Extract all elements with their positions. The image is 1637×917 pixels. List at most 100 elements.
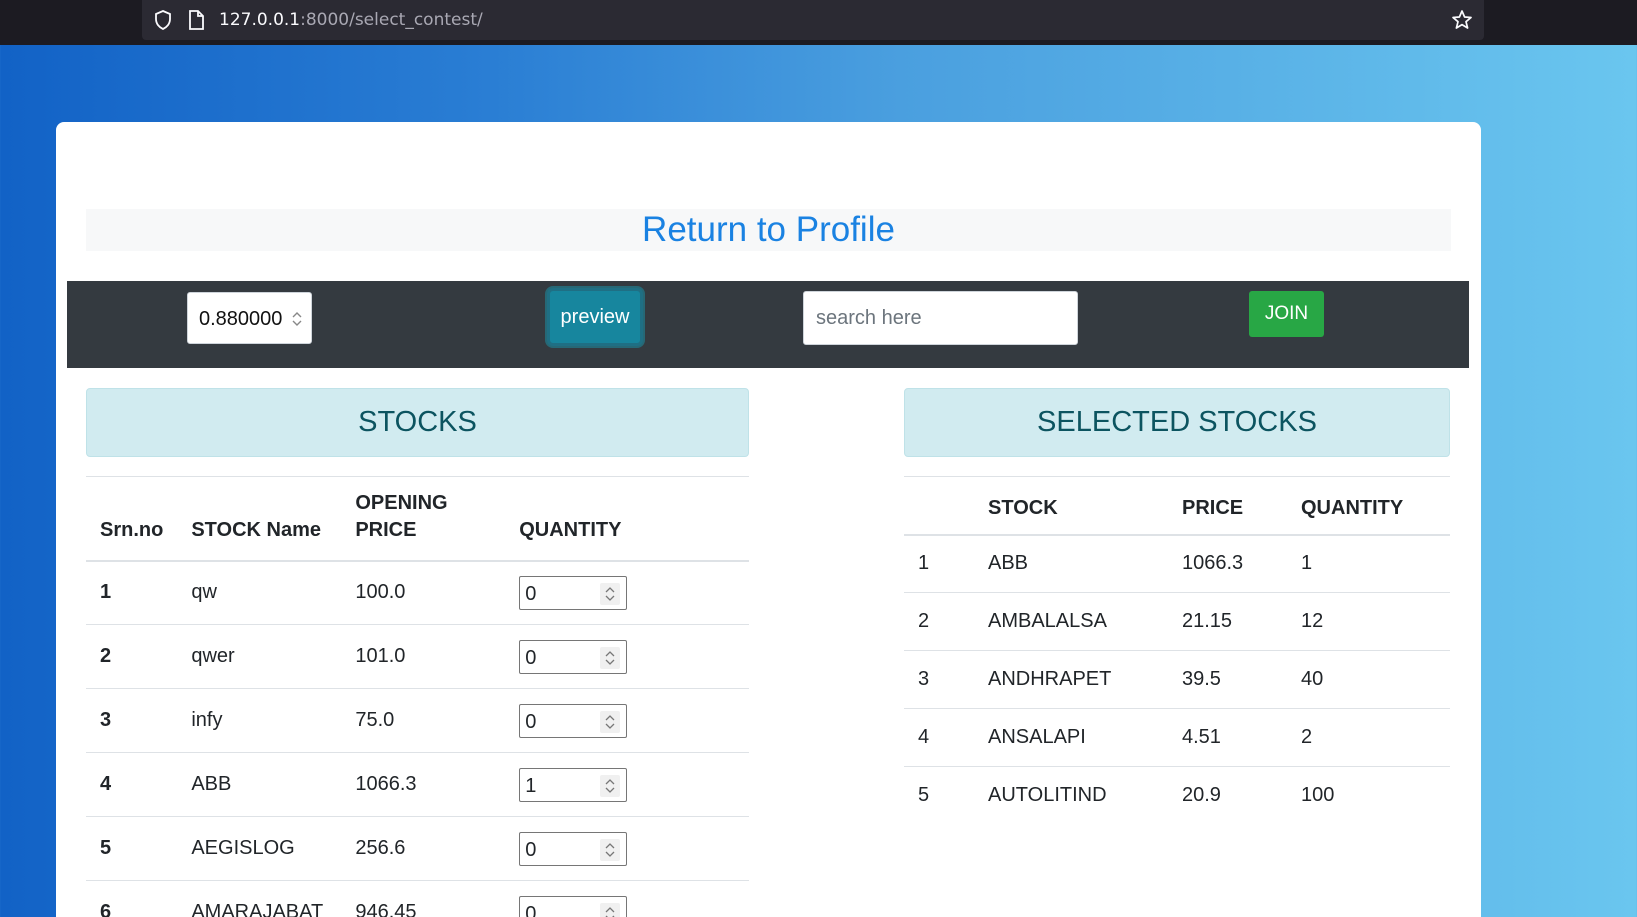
quantity-cell: 0 bbox=[505, 816, 749, 881]
srn-cell: 6 bbox=[86, 880, 178, 917]
column-header: OPENING PRICE bbox=[341, 476, 506, 562]
selected-stocks-header: SELECTED STOCKS bbox=[904, 388, 1450, 457]
preview-button[interactable]: preview bbox=[547, 288, 643, 346]
amount-number-input[interactable]: 0.880000 bbox=[187, 292, 312, 344]
quantity-value: 0 bbox=[525, 710, 537, 733]
quantity-cell: 0 bbox=[505, 624, 749, 689]
quantity-stepper[interactable]: 0 bbox=[519, 703, 628, 738]
table-header-row: Srn.no STOCK Name OPENING PRICE QUANTITY bbox=[86, 476, 749, 562]
srn-cell: 5 bbox=[86, 816, 178, 881]
browser-chrome: 127.0.0.1:8000/select_contest/ bbox=[0, 0, 1637, 45]
table-row: 1 ABB 1066.3 1 bbox=[904, 534, 1450, 593]
quantity-value: 0 bbox=[525, 902, 537, 917]
table-row: 5 AEGISLOG 256.6 0 bbox=[86, 816, 749, 881]
stock-cell: AMBALALSA bbox=[974, 592, 1168, 651]
quantity-cell: 0 bbox=[505, 880, 749, 917]
quantity-cell: 100 bbox=[1301, 784, 1335, 807]
main-card: Return to Profile 0.880000 preview searc… bbox=[56, 122, 1481, 917]
quantity-cell: 0 bbox=[505, 688, 749, 753]
spinner-arrows-icon[interactable] bbox=[600, 774, 621, 797]
price-cell: 1066.3 bbox=[1168, 534, 1287, 593]
quantity-cell: 40 bbox=[1287, 650, 1450, 709]
price-cell: 4.51 bbox=[1168, 708, 1287, 767]
spinner-arrows-icon[interactable] bbox=[600, 902, 621, 917]
join-button[interactable]: JOIN bbox=[1249, 291, 1324, 337]
quantity-stepper[interactable]: 0 bbox=[519, 639, 628, 674]
price-cell: 39.5 bbox=[1168, 650, 1287, 709]
table-row: 3 ANDHRAPET 39.5 40 bbox=[904, 650, 1450, 709]
stock-cell: ANSALAPI bbox=[974, 708, 1168, 767]
quantity-stepper[interactable]: 0 bbox=[519, 831, 628, 866]
price-cell: 21.15 bbox=[1168, 592, 1287, 651]
row-number-cell: 4 bbox=[904, 708, 974, 767]
column-header: STOCK Name bbox=[177, 476, 342, 562]
page-icon bbox=[189, 10, 204, 30]
row-number-cell: 1 bbox=[904, 534, 974, 593]
url-bar[interactable]: 127.0.0.1:8000/select_contest/ bbox=[142, 0, 1484, 40]
stock-cell: ANDHRAPET bbox=[974, 650, 1168, 709]
table-row: 3 infy 75.0 0 bbox=[86, 688, 749, 753]
table-row: 6 AMARAJABAT 946.45 0 bbox=[86, 880, 749, 917]
quantity-stepper[interactable]: 0 bbox=[519, 575, 628, 610]
table-row: 4 ABB 1066.3 1 bbox=[86, 752, 749, 817]
spinner-arrows-icon[interactable] bbox=[291, 309, 303, 329]
quantity-cell: 0 bbox=[505, 560, 749, 625]
quantity-stepper[interactable]: 1 bbox=[519, 767, 628, 802]
profile-bar: Return to Profile bbox=[86, 209, 1451, 251]
quantity-value: 0 bbox=[525, 838, 537, 861]
stock-cell: ABB bbox=[974, 534, 1168, 593]
quantity-value: 1 bbox=[525, 774, 537, 797]
row-number-cell: 2 bbox=[904, 592, 974, 651]
spinner-arrows-icon[interactable] bbox=[600, 646, 621, 669]
search-input[interactable]: search here bbox=[803, 291, 1078, 345]
quantity-value: 0 bbox=[525, 582, 537, 605]
spinner-arrows-icon[interactable] bbox=[600, 838, 621, 861]
table-row: 4 ANSALAPI 4.51 2 bbox=[904, 708, 1450, 767]
stocks-header: STOCKS bbox=[86, 388, 749, 457]
table-row: 2 AMBALALSA 21.15 12 bbox=[904, 592, 1450, 651]
table-row: 1 qw 100.0 0 bbox=[86, 560, 749, 625]
stock-cell: AUTOLITIND bbox=[988, 784, 1107, 807]
opening-price-cell: 1066.3 bbox=[341, 752, 506, 817]
srn-cell: 4 bbox=[86, 752, 178, 817]
srn-cell: 2 bbox=[86, 624, 178, 689]
quantity-value: 0 bbox=[525, 646, 537, 669]
table-row: 2 qwer 101.0 0 bbox=[86, 624, 749, 689]
quantity-stepper[interactable]: 0 bbox=[519, 895, 628, 917]
spinner-arrows-icon[interactable] bbox=[600, 710, 621, 733]
stock-name-cell: AEGISLOG bbox=[177, 816, 342, 881]
table-header-row: STOCK PRICE QUANTITY bbox=[904, 476, 1450, 536]
url-text[interactable]: 127.0.0.1:8000/select_contest/ bbox=[219, 10, 483, 30]
quantity-cell: 1 bbox=[1287, 534, 1450, 593]
stock-name-cell: qwer bbox=[177, 624, 342, 689]
quantity-cell: 1 bbox=[505, 752, 749, 817]
column-header: PRICE bbox=[1168, 476, 1287, 536]
row-number-cell: 3 bbox=[904, 650, 974, 709]
return-to-profile-link[interactable]: Return to Profile bbox=[642, 210, 895, 249]
quantity-cell: 2 bbox=[1287, 708, 1450, 767]
opening-price-cell: 100.0 bbox=[341, 560, 506, 625]
spinner-arrows-icon[interactable] bbox=[600, 582, 621, 605]
stock-name-cell: infy bbox=[177, 688, 342, 753]
column-header: QUANTITY bbox=[1287, 476, 1450, 536]
stocks-table: Srn.no STOCK Name OPENING PRICE QUANTITY… bbox=[86, 476, 749, 917]
contest-toolbar: 0.880000 preview search here JOIN bbox=[67, 281, 1469, 368]
stock-name-cell: qw bbox=[177, 560, 342, 625]
price-cell: 20.9 bbox=[1182, 784, 1221, 807]
bookmark-star-icon[interactable] bbox=[1450, 8, 1474, 32]
table-row: 5 AUTOLITIND 20.9 100 bbox=[904, 767, 1450, 825]
opening-price-cell: 946.45 bbox=[341, 880, 506, 917]
column-header: STOCK bbox=[974, 476, 1168, 536]
shield-icon[interactable] bbox=[152, 9, 174, 31]
opening-price-cell: 101.0 bbox=[341, 624, 506, 689]
selected-stocks-table: STOCK PRICE QUANTITY 1 ABB 1066.3 1 2 AMBALAL… bbox=[904, 476, 1450, 825]
column-header: QUANTITY bbox=[505, 476, 749, 562]
opening-price-cell: 256.6 bbox=[341, 816, 506, 881]
opening-price-cell: 75.0 bbox=[341, 688, 506, 753]
stock-name-cell: ABB bbox=[177, 752, 342, 817]
srn-cell: 1 bbox=[86, 560, 178, 625]
row-number-cell: 5 bbox=[918, 784, 930, 807]
quantity-cell: 12 bbox=[1287, 592, 1450, 651]
column-header bbox=[904, 476, 974, 536]
stock-name-cell: AMARAJABAT bbox=[177, 880, 342, 917]
